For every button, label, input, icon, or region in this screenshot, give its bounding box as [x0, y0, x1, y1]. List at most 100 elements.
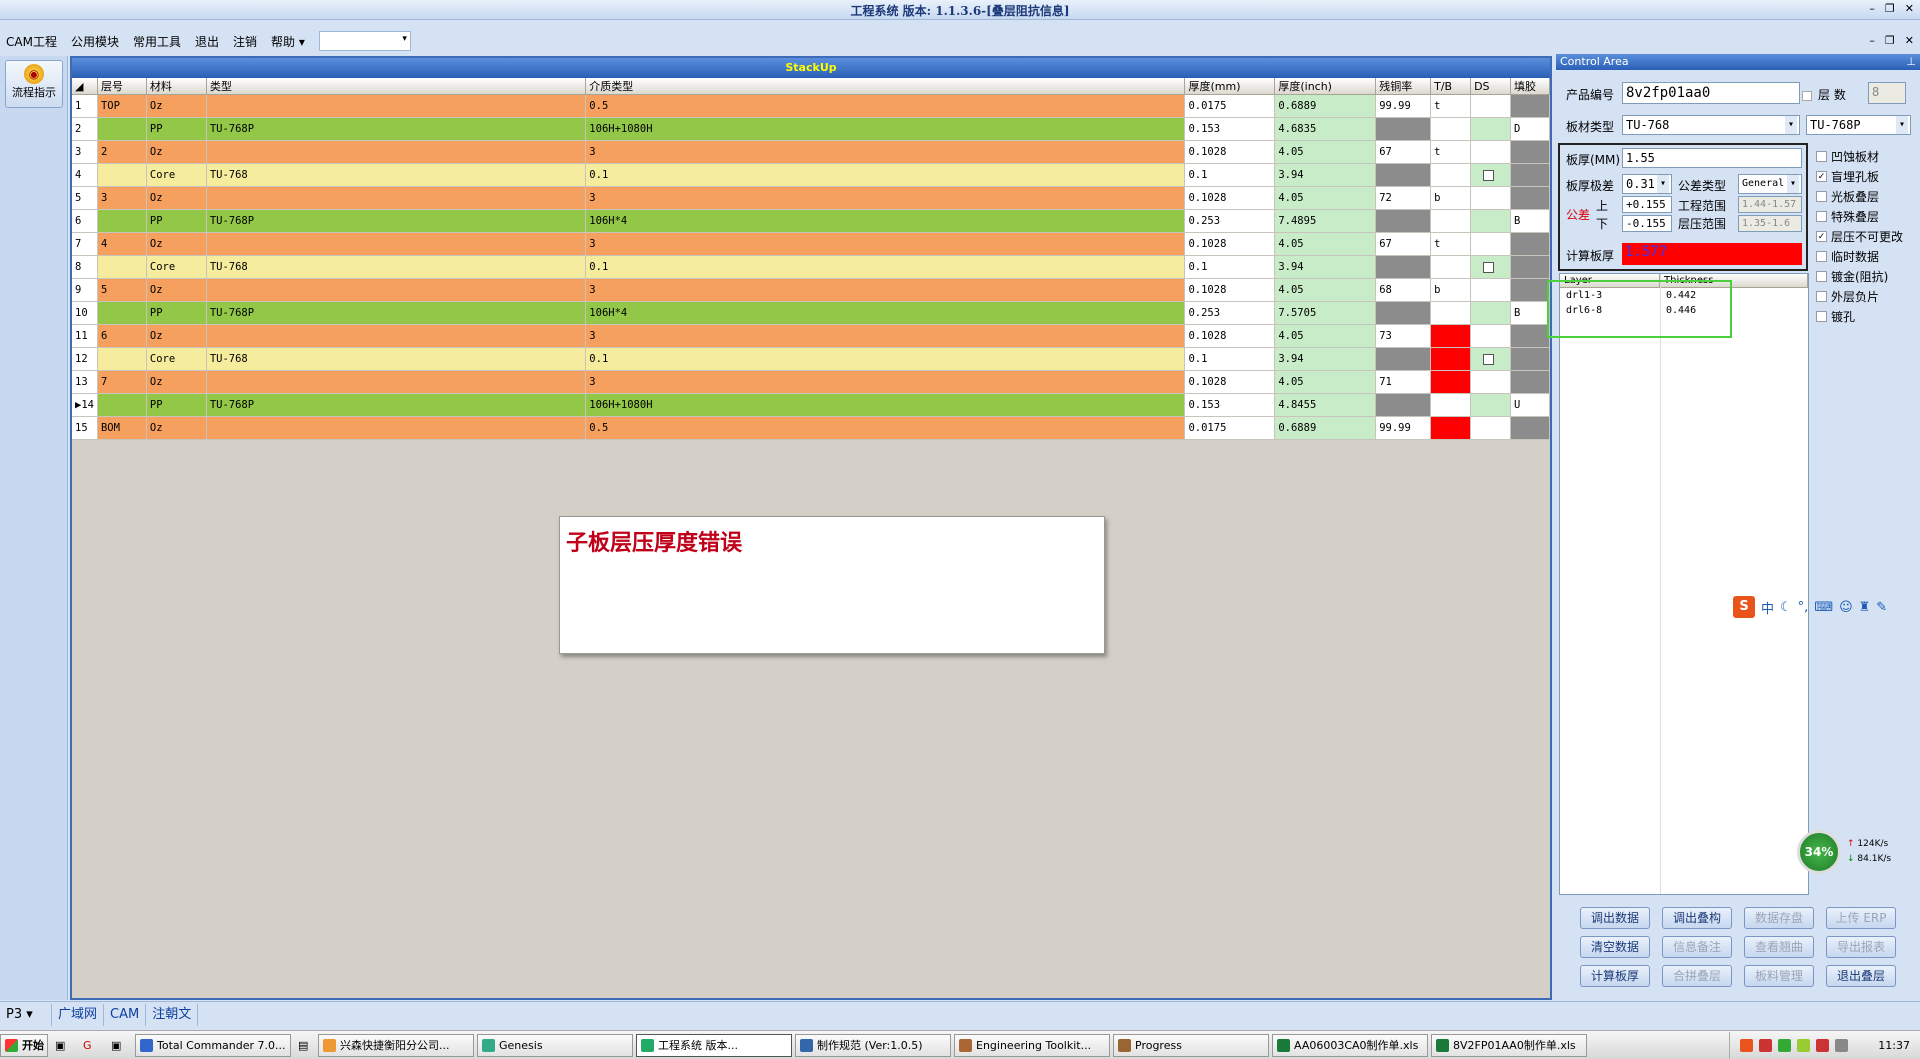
cell-thickness-inch[interactable]: 4.05	[1275, 279, 1377, 302]
cell-ds[interactable]	[1471, 233, 1512, 256]
cell-fill[interactable]: D	[1511, 118, 1550, 141]
pin-icon[interactable]: ⊥	[1906, 54, 1916, 70]
table-row[interactable]: 12 Core TU-768 0.1 0.1 3.94	[72, 348, 1550, 371]
table-row[interactable]: 5 3 Oz 3 0.1028 4.05 72 b	[72, 187, 1550, 210]
cell-type[interactable]	[206, 417, 587, 440]
cell-tb[interactable]	[1431, 325, 1472, 348]
task-toolkit[interactable]: Engineering Toolkit...	[954, 1033, 1110, 1057]
row-number[interactable]: 9	[72, 279, 98, 302]
cell-copper[interactable]	[1376, 348, 1432, 371]
cell-fill[interactable]	[1511, 417, 1550, 440]
cell-tb[interactable]	[1431, 256, 1472, 279]
cell-layer[interactable]: BOM	[97, 417, 147, 440]
tray-icon-1[interactable]	[1759, 1038, 1773, 1052]
option-special-stack[interactable]: 特殊叠层	[1816, 206, 1903, 226]
cell-layer[interactable]: 5	[97, 279, 147, 302]
cell-thickness-inch[interactable]: 7.5705	[1275, 302, 1377, 325]
cell-ds[interactable]	[1471, 325, 1512, 348]
quicklaunch-icon-4[interactable]: ▤	[298, 1039, 314, 1052]
keyboard-icon[interactable]: ⌨	[1814, 600, 1833, 615]
cell-dielectric[interactable]: 0.1	[586, 256, 1186, 279]
table-row[interactable]: 3 2 Oz 3 0.1028 4.05 67 t	[72, 141, 1550, 164]
flow-guide-button[interactable]: ◉ 流程指示	[5, 60, 63, 108]
cell-material[interactable]: PP	[146, 394, 207, 417]
row-number[interactable]: 12	[72, 348, 98, 371]
cell-thickness-inch[interactable]: 7.4895	[1275, 210, 1377, 233]
net-meter[interactable]: 34% ↑ 124K/s ↓ 84.1K/s	[1797, 830, 1911, 874]
cell-material[interactable]: Oz	[146, 95, 207, 118]
cell-copper[interactable]: 71	[1376, 371, 1432, 394]
tolerance-select[interactable]: 0.31	[1622, 174, 1672, 194]
wrench-icon[interactable]: ✎	[1876, 600, 1887, 615]
cell-dielectric[interactable]: 106H+1080H	[586, 394, 1186, 417]
thickness-input[interactable]: 1.55	[1622, 148, 1802, 168]
cell-layer[interactable]	[97, 394, 147, 417]
cell-type[interactable]	[206, 187, 587, 210]
cell-tb[interactable]	[1431, 371, 1472, 394]
row-number[interactable]: 13	[72, 371, 98, 394]
table-row[interactable]: 4 Core TU-768 0.1 0.1 3.94	[72, 164, 1550, 187]
cell-thickness-mm[interactable]: 0.1028	[1185, 325, 1276, 348]
header-dielectric[interactable]: 介质类型	[586, 78, 1186, 95]
cell-tb[interactable]	[1431, 417, 1472, 440]
cell-copper[interactable]: 99.99	[1376, 417, 1432, 440]
cell-type[interactable]	[206, 279, 587, 302]
cell-type[interactable]: TU-768	[206, 256, 587, 279]
calc-thickness-button[interactable]: 计算板厚	[1580, 965, 1650, 987]
header-type[interactable]: 类型	[206, 78, 587, 95]
cell-layer[interactable]	[97, 302, 147, 325]
cell-layer[interactable]: 4	[97, 233, 147, 256]
ds-checkbox[interactable]	[1483, 169, 1495, 181]
task-engsys[interactable]: 工程系统 版本...	[636, 1033, 792, 1057]
table-row[interactable]: 2 PP TU-768P 106H+1080H 0.153 4.6835 D	[72, 118, 1550, 141]
cell-material[interactable]: Oz	[146, 371, 207, 394]
menu-logout[interactable]: 注销	[233, 33, 257, 50]
cell-thickness-mm[interactable]: 0.1028	[1185, 371, 1276, 394]
option-etchback[interactable]: 凹蚀板材	[1816, 146, 1903, 166]
menu-help[interactable]: 帮助 ▾	[271, 33, 305, 50]
cell-dielectric[interactable]: 0.5	[586, 95, 1186, 118]
tray-icon-5[interactable]	[1835, 1038, 1849, 1052]
cell-copper[interactable]: 99.99	[1376, 95, 1432, 118]
task-xingsen[interactable]: 兴森快捷衡阳分公司...	[318, 1033, 474, 1057]
cell-ds[interactable]	[1471, 279, 1512, 302]
cell-layer[interactable]	[97, 118, 147, 141]
cell-copper[interactable]: 72	[1376, 187, 1432, 210]
row-number[interactable]: 11	[72, 325, 98, 348]
cell-tb[interactable]: t	[1431, 233, 1472, 256]
cell-thickness-mm[interactable]: 0.1028	[1185, 279, 1276, 302]
cell-thickness-inch[interactable]: 3.94	[1275, 256, 1377, 279]
row-number[interactable]: 15	[72, 417, 98, 440]
cell-tb[interactable]	[1431, 164, 1472, 187]
cell-type[interactable]: TU-768	[206, 348, 587, 371]
menu-public[interactable]: 公用模块	[71, 33, 119, 50]
mdi-minimize-icon[interactable]: –	[1869, 34, 1875, 47]
cell-fill[interactable]	[1511, 371, 1550, 394]
cell-copper[interactable]	[1376, 394, 1432, 417]
cell-ds[interactable]	[1471, 141, 1512, 164]
cell-thickness-mm[interactable]: 0.153	[1185, 394, 1276, 417]
cell-type[interactable]: TU-768P	[206, 210, 587, 233]
error-dialog[interactable]: 子板层压厚度错误	[559, 516, 1105, 654]
cell-material[interactable]: PP	[146, 210, 207, 233]
menu-tools[interactable]: 常用工具	[133, 33, 181, 50]
cell-thickness-mm[interactable]: 0.1028	[1185, 233, 1276, 256]
cell-tb[interactable]: b	[1431, 279, 1472, 302]
cell-thickness-mm[interactable]: 0.1	[1185, 256, 1276, 279]
cell-dielectric[interactable]: 0.1	[586, 348, 1186, 371]
task-spec[interactable]: 制作规范 (Ver:1.0.5)	[795, 1033, 951, 1057]
cell-material[interactable]: Oz	[146, 279, 207, 302]
row-number[interactable]: 4	[72, 164, 98, 187]
cell-dielectric[interactable]: 0.5	[586, 417, 1186, 440]
option-temp-data[interactable]: 临时数据	[1816, 246, 1903, 266]
cell-ds[interactable]	[1471, 164, 1512, 187]
moon-icon[interactable]: ☾	[1780, 600, 1792, 615]
cell-ds[interactable]	[1471, 256, 1512, 279]
cell-dielectric[interactable]: 106H*4	[586, 210, 1186, 233]
header-copper[interactable]: 残铜率	[1376, 78, 1432, 95]
product-input[interactable]: 8v2fp01aa0	[1622, 82, 1800, 104]
table-row[interactable]: 8 Core TU-768 0.1 0.1 3.94	[72, 256, 1550, 279]
task-totalcmd[interactable]: Total Commander 7.0...	[135, 1033, 291, 1057]
cell-fill[interactable]	[1511, 325, 1550, 348]
cell-fill[interactable]	[1511, 141, 1550, 164]
